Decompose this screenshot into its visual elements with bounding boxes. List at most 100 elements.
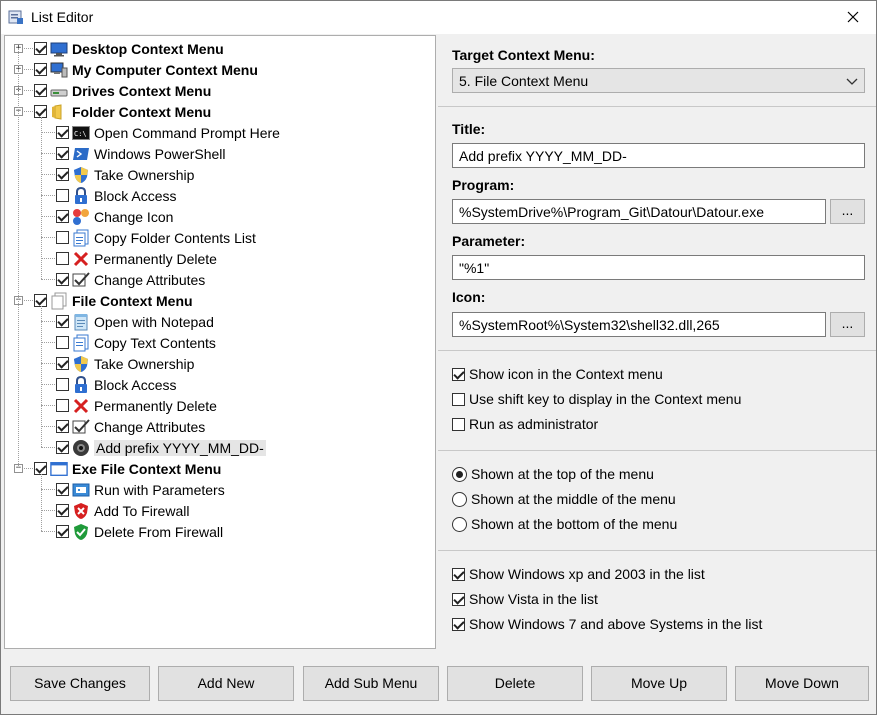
tree-checkbox[interactable] bbox=[56, 441, 69, 454]
delete-button[interactable]: Delete bbox=[447, 666, 583, 701]
tree-group-node[interactable]: Exe File Context Menu bbox=[34, 458, 221, 479]
firewall-block-icon bbox=[72, 502, 90, 520]
context-menu-tree[interactable]: Desktop Context Menu + My Computer Context… bbox=[4, 35, 436, 649]
tree-item-node[interactable]: Block Access bbox=[56, 185, 176, 206]
tree-item-node[interactable]: Add prefix YYYY_MM_DD- bbox=[56, 437, 266, 458]
tree-checkbox[interactable] bbox=[56, 483, 69, 496]
icon-browse-button[interactable]: ... bbox=[830, 312, 865, 337]
show-vista-option[interactable]: Show Vista in the list bbox=[452, 591, 598, 607]
save-changes-button[interactable]: Save Changes bbox=[10, 666, 150, 701]
tree-item-node[interactable]: Add To Firewall bbox=[56, 500, 189, 521]
tree-item-node[interactable]: Delete From Firewall bbox=[56, 521, 223, 542]
tree-node-label: Open with Notepad bbox=[94, 313, 214, 330]
title-bar: List Editor bbox=[1, 1, 876, 34]
tree-checkbox[interactable] bbox=[56, 189, 69, 202]
tree-connector-line bbox=[24, 111, 33, 112]
tree-item-node[interactable]: Change Attributes bbox=[56, 416, 205, 437]
position-top-label: Shown at the top of the menu bbox=[471, 466, 654, 482]
show-win7-option[interactable]: Show Windows 7 and above Systems in the … bbox=[452, 616, 762, 632]
tree-checkbox[interactable] bbox=[56, 147, 69, 160]
program-browse-button[interactable]: ... bbox=[830, 199, 865, 224]
tree-checkbox[interactable] bbox=[34, 42, 47, 55]
attributes-icon bbox=[72, 418, 90, 436]
tree-item-node[interactable]: Take Ownership bbox=[56, 353, 194, 374]
show-icon-option[interactable]: Show icon in the Context menu bbox=[452, 366, 663, 382]
position-bottom-option[interactable]: Shown at the bottom of the menu bbox=[452, 516, 677, 532]
tree-connector-line bbox=[24, 300, 33, 301]
tree-item-node[interactable]: C:\ Open Command Prompt Here bbox=[56, 122, 280, 143]
tree-node-label: Take Ownership bbox=[94, 166, 195, 183]
shift-key-option[interactable]: Use shift key to display in the Context … bbox=[452, 391, 741, 407]
tree-item-node[interactable]: Permanently Delete bbox=[56, 248, 217, 269]
tree-connector-line bbox=[24, 468, 33, 469]
tree-item-node[interactable]: Permanently Delete bbox=[56, 395, 217, 416]
tree-checkbox[interactable] bbox=[56, 210, 69, 223]
position-bottom-radio[interactable] bbox=[452, 516, 467, 532]
tree-checkbox[interactable] bbox=[56, 126, 69, 139]
show-xp-checkbox[interactable] bbox=[452, 567, 465, 581]
title-field[interactable]: Add prefix YYYY_MM_DD- bbox=[452, 143, 865, 168]
tree-item-node[interactable]: Copy Folder Contents List bbox=[56, 227, 256, 248]
tree-connector-line bbox=[41, 510, 55, 511]
add-new-button[interactable]: Add New bbox=[158, 666, 294, 701]
icon-field[interactable]: %SystemRoot%\System32\shell32.dll,265 bbox=[452, 312, 826, 337]
show-xp-option[interactable]: Show Windows xp and 2003 in the list bbox=[452, 566, 705, 582]
tree-checkbox[interactable] bbox=[56, 504, 69, 517]
tree-item-node[interactable]: Take Ownership bbox=[56, 164, 194, 185]
drive-icon bbox=[50, 82, 68, 100]
divider bbox=[438, 550, 876, 551]
tree-connector-line bbox=[41, 363, 55, 364]
position-bottom-label: Shown at the bottom of the menu bbox=[471, 516, 678, 532]
show-vista-checkbox[interactable] bbox=[452, 592, 465, 606]
tree-item-node[interactable]: Change Attributes bbox=[56, 269, 205, 290]
position-top-option[interactable]: Shown at the top of the menu bbox=[452, 466, 654, 482]
tree-group-node[interactable]: File Context Menu bbox=[34, 290, 193, 311]
tree-checkbox[interactable] bbox=[56, 357, 69, 370]
tree-group-node[interactable]: My Computer Context Menu bbox=[34, 59, 258, 80]
shift-key-checkbox[interactable] bbox=[452, 392, 465, 406]
tree-checkbox[interactable] bbox=[56, 273, 69, 286]
tree-item-node[interactable]: Windows PowerShell bbox=[56, 143, 226, 164]
tree-group-node[interactable]: Folder Context Menu bbox=[34, 101, 211, 122]
run-admin-checkbox[interactable] bbox=[452, 417, 465, 431]
close-button[interactable] bbox=[830, 1, 876, 34]
position-top-radio[interactable] bbox=[452, 466, 467, 482]
tree-node-label: My Computer Context Menu bbox=[72, 61, 258, 78]
tree-connector-line bbox=[41, 174, 55, 175]
tree-node-label: Exe File Context Menu bbox=[72, 460, 222, 477]
tree-node-label: Permanently Delete bbox=[94, 397, 217, 414]
move-down-button[interactable]: Move Down bbox=[735, 666, 869, 701]
tree-item-node[interactable]: Block Access bbox=[56, 374, 176, 395]
tree-checkbox[interactable] bbox=[56, 378, 69, 391]
tree-item-node[interactable]: Open with Notepad bbox=[56, 311, 214, 332]
tree-checkbox[interactable] bbox=[34, 63, 47, 76]
tree-connector-line bbox=[41, 426, 55, 427]
move-up-button[interactable]: Move Up bbox=[591, 666, 727, 701]
run-admin-option[interactable]: Run as administrator bbox=[452, 416, 598, 432]
tree-checkbox[interactable] bbox=[56, 315, 69, 328]
add-sub-menu-button[interactable]: Add Sub Menu bbox=[303, 666, 439, 701]
tree-group-node[interactable]: Drives Context Menu bbox=[34, 80, 211, 101]
target-dropdown[interactable]: 5. File Context Menu bbox=[452, 68, 865, 93]
tree-checkbox[interactable] bbox=[56, 168, 69, 181]
position-middle-radio[interactable] bbox=[452, 491, 467, 507]
tree-checkbox[interactable] bbox=[56, 336, 69, 349]
parameter-field[interactable]: "%1" bbox=[452, 255, 865, 280]
tree-node-label: Add prefix YYYY_MM_DD- bbox=[94, 439, 266, 456]
tree-checkbox[interactable] bbox=[56, 231, 69, 244]
tree-checkbox[interactable] bbox=[56, 525, 69, 538]
tree-checkbox[interactable] bbox=[56, 399, 69, 412]
show-icon-checkbox[interactable] bbox=[452, 367, 465, 381]
tree-item-node[interactable]: Copy Text Contents bbox=[56, 332, 216, 353]
tree-checkbox[interactable] bbox=[56, 420, 69, 433]
firewall-allow-icon bbox=[72, 523, 90, 541]
tree-checkbox[interactable] bbox=[34, 84, 47, 97]
position-middle-option[interactable]: Shown at the middle of the menu bbox=[452, 491, 676, 507]
tree-node-label: Block Access bbox=[94, 187, 177, 204]
program-field[interactable]: %SystemDrive%\Program_Git\Datour\Datour.… bbox=[452, 199, 826, 224]
tree-item-node[interactable]: Change Icon bbox=[56, 206, 173, 227]
show-win7-checkbox[interactable] bbox=[452, 617, 465, 631]
tree-checkbox[interactable] bbox=[56, 252, 69, 265]
tree-group-node[interactable]: Desktop Context Menu bbox=[34, 38, 224, 59]
tree-item-node[interactable]: Run with Parameters bbox=[56, 479, 225, 500]
